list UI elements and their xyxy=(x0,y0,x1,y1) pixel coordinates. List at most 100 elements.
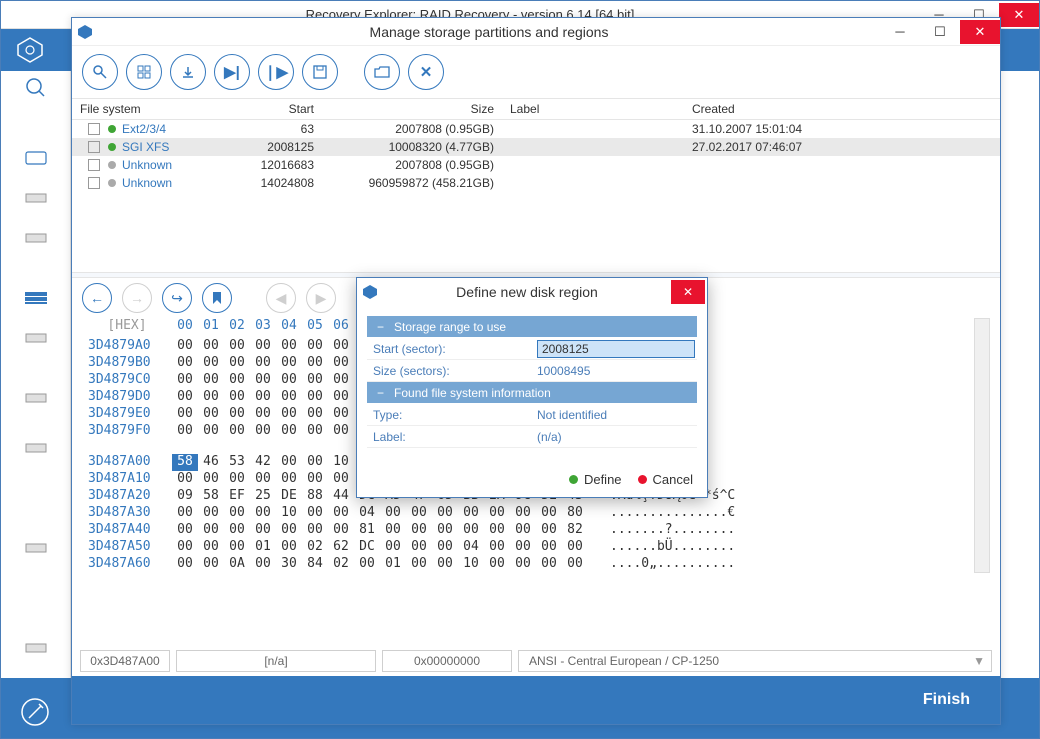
hex-byte: 46 xyxy=(198,454,224,471)
hex-byte: 00 xyxy=(432,539,458,556)
hex-byte: 00 xyxy=(250,522,276,539)
hex-byte: 00 xyxy=(276,454,302,471)
finish-bar: Finish xyxy=(72,676,1000,724)
table-row[interactable]: Unknown120166832007808 (0.95GB) xyxy=(72,156,1000,174)
hex-row[interactable]: 3D487A6000000A00308402000100001000000000… xyxy=(82,556,735,573)
toolbar-grid-button[interactable] xyxy=(126,54,162,90)
nav-goto-button[interactable]: ↪ xyxy=(162,283,192,313)
dialog-close-button[interactable]: ✕ xyxy=(671,280,705,304)
outer-window: Recovery Explorer: RAID Recovery - versi… xyxy=(0,0,1040,739)
rail-vol5-icon[interactable] xyxy=(1,631,70,665)
hex-byte: 00 xyxy=(198,556,224,573)
rail-device-icon[interactable] xyxy=(1,141,70,175)
hex-byte: 58 xyxy=(198,488,224,505)
row-checkbox[interactable] xyxy=(88,123,100,135)
inner-close-button[interactable]: ✕ xyxy=(960,20,1000,44)
table-row[interactable]: SGI XFS200812510008320 (4.77GB)27.02.201… xyxy=(72,138,1000,156)
row-checkbox[interactable] xyxy=(88,177,100,189)
finish-button[interactable]: Finish xyxy=(923,691,970,709)
hex-byte: 00 xyxy=(276,471,302,488)
hex-row[interactable]: 3D487A3000000000100000040000000000000080… xyxy=(82,505,735,522)
toolbar-save-button[interactable] xyxy=(302,54,338,90)
col-filesystem[interactable]: File system xyxy=(72,99,222,119)
hex-byte: 00 xyxy=(328,338,354,355)
hex-col-header: 05 xyxy=(302,318,328,338)
hex-ascii: ...............€ xyxy=(610,505,735,522)
col-size[interactable]: Size xyxy=(332,99,502,119)
rail-disk1-icon[interactable] xyxy=(1,181,70,215)
table-body: Ext2/3/4632007808 (0.95GB)31.10.2007 15:… xyxy=(72,120,1000,192)
hex-byte: 00 xyxy=(250,505,276,522)
hex-byte: 00 xyxy=(172,522,198,539)
hex-byte: 04 xyxy=(458,539,484,556)
hex-address: 3D487A10 xyxy=(82,471,172,488)
col-label[interactable]: Label xyxy=(502,99,682,119)
hex-byte: 04 xyxy=(354,505,380,522)
table-row[interactable]: Ext2/3/4632007808 (0.95GB)31.10.2007 15:… xyxy=(72,120,1000,138)
toolbar-close-x-button[interactable]: ✕ xyxy=(408,54,444,90)
hex-byte: 00 xyxy=(250,556,276,573)
row-start: 14024808 xyxy=(222,176,332,190)
outer-close-button[interactable]: ✕ xyxy=(999,3,1039,27)
hex-byte: 00 xyxy=(328,389,354,406)
rail-vol3-icon[interactable] xyxy=(1,431,70,465)
dialog-section-fsinfo[interactable]: −Found file system information xyxy=(367,382,697,404)
hex-byte: 00 xyxy=(328,355,354,372)
status-encoding-select[interactable]: ANSI - Central European / CP-1250 ▼ xyxy=(518,650,992,672)
hex-byte: 00 xyxy=(224,389,250,406)
hex-byte: 00 xyxy=(432,505,458,522)
hex-byte: 00 xyxy=(328,522,354,539)
rail-vol2-icon[interactable] xyxy=(1,381,70,415)
toolbar-down-button[interactable] xyxy=(170,54,206,90)
row-checkbox[interactable] xyxy=(88,159,100,171)
hex-byte: 00 xyxy=(536,522,562,539)
hex-byte: 00 xyxy=(276,522,302,539)
toolbar-skip-button[interactable]: ▶| xyxy=(214,54,250,90)
nav-forward-button[interactable]: → xyxy=(122,283,152,313)
rail-vol1-icon[interactable] xyxy=(1,321,70,355)
rail-search-icon[interactable] xyxy=(1,71,70,105)
nav-prev-bookmark-button[interactable]: ◀ xyxy=(266,283,296,313)
dialog-section-storage[interactable]: −Storage range to use xyxy=(367,316,697,338)
rail-raid-icon[interactable] xyxy=(1,281,70,315)
start-sector-input[interactable] xyxy=(537,340,695,358)
toolbar-open-button[interactable] xyxy=(364,54,400,90)
inner-maximize-button[interactable]: ☐ xyxy=(920,20,960,44)
hex-address: 3D487A50 xyxy=(82,539,172,556)
nav-back-button[interactable]: ← xyxy=(82,283,112,313)
define-button[interactable]: Define xyxy=(569,472,622,487)
cancel-button[interactable]: Cancel xyxy=(638,472,693,487)
hex-byte: 00 xyxy=(484,522,510,539)
col-created[interactable]: Created xyxy=(682,99,1000,119)
hex-byte: 00 xyxy=(224,355,250,372)
nav-next-bookmark-button[interactable]: ▶ xyxy=(306,283,336,313)
table-row[interactable]: Unknown14024808960959872 (458.21GB) xyxy=(72,174,1000,192)
inner-minimize-button[interactable]: ─ xyxy=(880,20,920,44)
hex-byte: 00 xyxy=(302,471,328,488)
rail-vol4-icon[interactable] xyxy=(1,531,70,565)
toolbar-play-button[interactable]: ❘▶ xyxy=(258,54,294,90)
dialog-titlebar: Define new disk region ✕ xyxy=(357,278,707,306)
hex-byte: 00 xyxy=(224,423,250,440)
row-start: 12016683 xyxy=(222,158,332,172)
hex-byte: 00 xyxy=(198,389,224,406)
hex-byte: 00 xyxy=(172,355,198,372)
toolbar-search-button[interactable] xyxy=(82,54,118,90)
hex-byte: 10 xyxy=(328,454,354,471)
hex-address: 3D4879C0 xyxy=(82,372,172,389)
hex-byte: 00 xyxy=(302,355,328,372)
nav-bookmark-button[interactable] xyxy=(202,283,232,313)
hex-byte: 80 xyxy=(562,505,588,522)
red-dot-icon xyxy=(638,475,647,484)
hex-scrollbar[interactable] xyxy=(974,318,990,573)
rail-disk2-icon[interactable] xyxy=(1,221,70,255)
hex-row[interactable]: 3D487A5000000001000262DC0000000400000000… xyxy=(82,539,735,556)
row-checkbox[interactable] xyxy=(88,141,100,153)
hex-byte: 00 xyxy=(484,556,510,573)
wizard-icon[interactable] xyxy=(21,698,49,726)
col-start[interactable]: Start xyxy=(222,99,332,119)
hex-byte: 00 xyxy=(328,471,354,488)
hex-address: 3D4879B0 xyxy=(82,355,172,372)
hex-byte: 00 xyxy=(276,389,302,406)
hex-row[interactable]: 3D487A4000000000000000810000000000000082… xyxy=(82,522,735,539)
